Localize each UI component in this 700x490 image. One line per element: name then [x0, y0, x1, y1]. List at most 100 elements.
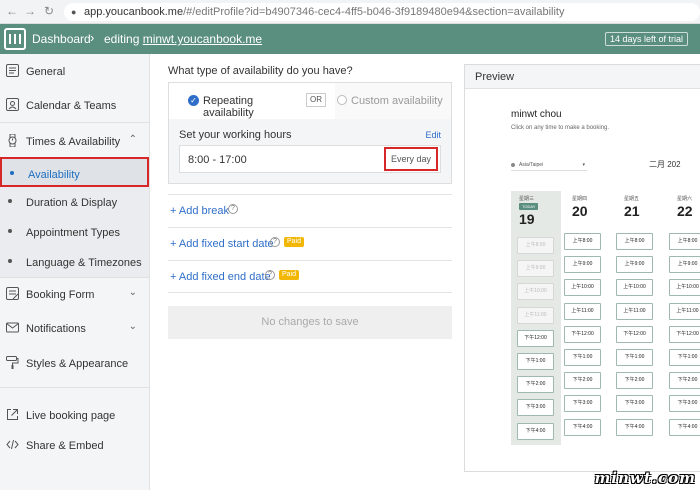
add-fixed-end-row: + Add fixed end date ? Paid — [168, 260, 452, 293]
every-day-selector[interactable]: Every day — [384, 147, 438, 171]
sidebar-item-times-availability[interactable]: Times & Availability ⌃ — [0, 126, 149, 156]
paid-badge: Paid — [279, 270, 300, 280]
working-hours-label: Set your working hours — [179, 129, 292, 141]
sidebar-item-general[interactable]: General — [0, 56, 149, 86]
address-bar[interactable]: ● app.youcanbook.me/#/editProfile?id=b49… — [64, 3, 700, 21]
sidebar-label-appointment-types: Appointment Types — [26, 227, 120, 239]
sidebar-item-notifications[interactable]: Notifications ⌄ — [0, 313, 149, 343]
availability-question: What type of availability do you have? — [168, 65, 353, 77]
sidebar-subitem-duration[interactable]: Duration & Display — [0, 187, 149, 217]
sidebar-subitem-appointment-types[interactable]: Appointment Types — [0, 217, 149, 247]
sidebar-subitem-availability[interactable]: Availability — [0, 157, 149, 187]
time-slot[interactable]: 上午10:00 — [564, 279, 601, 297]
time-slot[interactable]: 上午11:00 — [564, 302, 601, 320]
booking-page-preview: minwt chou Click on any time to make a b… — [487, 95, 700, 467]
reload-icon[interactable]: ↻ — [44, 4, 54, 18]
back-arrow-icon[interactable]: ← — [6, 4, 18, 18]
time-slot[interactable]: 下午2:00 — [517, 376, 554, 394]
forward-arrow-icon[interactable]: → — [24, 4, 36, 18]
add-break-link[interactable]: + Add break — [170, 205, 229, 217]
save-button[interactable]: No changes to save — [168, 306, 452, 339]
chevron-right-icon: › — [90, 30, 95, 45]
time-slot: 上午11:00 — [517, 306, 554, 324]
edit-hours-link[interactable]: Edit — [425, 130, 441, 140]
day-header: 星期六 22 — [669, 191, 700, 231]
url-host: app.youcanbook.me — [84, 6, 184, 18]
time-slot[interactable]: 上午10:00 — [616, 279, 653, 297]
time-slot[interactable]: 下午3:00 — [517, 399, 554, 417]
watch-icon — [8, 134, 17, 147]
time-slot[interactable]: 上午10:00 — [669, 279, 700, 297]
sidebar-item-calendar-teams[interactable]: Calendar & Teams — [0, 90, 149, 120]
sidebar-label-duration: Duration & Display — [26, 197, 118, 209]
time-slot[interactable]: 上午8:00 — [564, 233, 601, 250]
time-slot[interactable]: 下午1:00 — [564, 349, 601, 366]
chevron-down-icon[interactable]: ⌄ — [129, 321, 137, 332]
booking-form-icon — [6, 287, 19, 300]
time-slot[interactable]: 上午9:00 — [564, 256, 601, 274]
timezone-select[interactable]: Asia/Taipei ▾ — [511, 159, 587, 171]
time-slot[interactable]: 下午3:00 — [669, 395, 700, 413]
breadcrumb-dashboard[interactable]: Dashboard — [32, 32, 91, 46]
day-number: 19 — [519, 211, 535, 227]
time-slot[interactable]: 下午2:00 — [564, 372, 601, 390]
time-slot[interactable]: 下午12:00 — [564, 325, 601, 343]
add-fixed-end-link[interactable]: + Add fixed end date — [170, 271, 271, 283]
sidebar-label-booking-form: Booking Form — [26, 289, 95, 301]
app-header: Dashboard › editing minwt.youcanbook.me … — [0, 24, 700, 54]
time-slot[interactable]: 上午8:00 — [669, 233, 700, 250]
time-slot[interactable]: 下午1:00 — [517, 353, 554, 370]
working-hours-panel: Set your working hours Edit 8:00 - 17:00… — [169, 119, 451, 183]
sidebar-subitem-language[interactable]: Language & Timezones — [0, 247, 149, 277]
time-slot[interactable]: 下午4:00 — [564, 418, 601, 436]
sidebar-label-styles: Styles & Appearance — [26, 358, 129, 370]
profile-link[interactable]: minwt.youcanbook.me — [143, 32, 262, 46]
chevron-up-icon[interactable]: ⌃ — [129, 134, 137, 145]
add-fixed-start-link[interactable]: + Add fixed start date — [170, 238, 274, 250]
time-slot: 上午9:00 — [517, 260, 554, 278]
logo-icon[interactable] — [4, 28, 26, 50]
time-slot[interactable]: 下午12:00 — [669, 325, 700, 343]
repeating-availability-label: Repeating availability — [203, 95, 254, 119]
external-link-icon — [7, 409, 18, 420]
time-slot[interactable]: 下午1:00 — [669, 349, 700, 366]
chevron-down-icon[interactable]: ⌄ — [129, 287, 137, 298]
sidebar-item-booking-form[interactable]: Booking Form ⌄ — [0, 279, 149, 309]
time-slot[interactable]: 上午11:00 — [669, 302, 700, 320]
trial-badge[interactable]: 14 days left of trial — [604, 32, 688, 46]
repeating-availability-option[interactable]: ✓ Repeating availability — [169, 83, 301, 119]
today-badge: TODAY — [519, 203, 539, 210]
time-slot[interactable]: 下午4:00 — [616, 418, 653, 436]
sidebar-label-availability: Availability — [28, 169, 80, 181]
day-name: 星期四 — [572, 196, 588, 202]
preview-instructions: Click on any time to make a booking. — [511, 125, 610, 131]
help-icon[interactable]: ? — [265, 270, 275, 280]
day-header: 星期五 21 — [616, 191, 666, 231]
time-slot[interactable]: 下午4:00 — [669, 418, 700, 436]
sidebar-item-styles[interactable]: Styles & Appearance — [0, 348, 149, 378]
time-slot[interactable]: 下午3:00 — [616, 395, 653, 413]
paint-roller-icon — [6, 356, 19, 369]
time-slot[interactable]: 上午8:00 — [616, 233, 653, 250]
time-slot[interactable]: 下午12:00 — [517, 329, 554, 347]
editing-prefix: editing — [104, 32, 143, 46]
time-slot[interactable]: 下午3:00 — [564, 395, 601, 413]
time-slot[interactable]: 下午1:00 — [616, 349, 653, 366]
time-slot[interactable]: 下午12:00 — [616, 325, 653, 343]
help-icon[interactable]: ? — [270, 237, 280, 247]
preview-owner-name: minwt chou — [511, 109, 562, 120]
time-slot[interactable]: 上午11:00 — [616, 302, 653, 320]
active-dot-icon — [10, 171, 14, 175]
sidebar-item-share-embed[interactable]: Share & Embed — [0, 430, 149, 460]
working-hours-field[interactable]: 8:00 - 17:00 Every day — [179, 145, 441, 173]
time-slot[interactable]: 上午9:00 — [616, 256, 653, 274]
time-slot[interactable]: 下午2:00 — [669, 372, 700, 390]
custom-availability-option[interactable]: Custom availability — [335, 83, 451, 119]
bullet-dot-icon — [8, 259, 12, 263]
custom-availability-label: Custom availability — [351, 95, 443, 107]
time-slot[interactable]: 下午4:00 — [517, 422, 554, 440]
sidebar-item-live-page[interactable]: Live booking page — [0, 400, 149, 430]
help-icon[interactable]: ? — [228, 204, 238, 214]
time-slot[interactable]: 上午9:00 — [669, 256, 700, 274]
time-slot[interactable]: 下午2:00 — [616, 372, 653, 390]
